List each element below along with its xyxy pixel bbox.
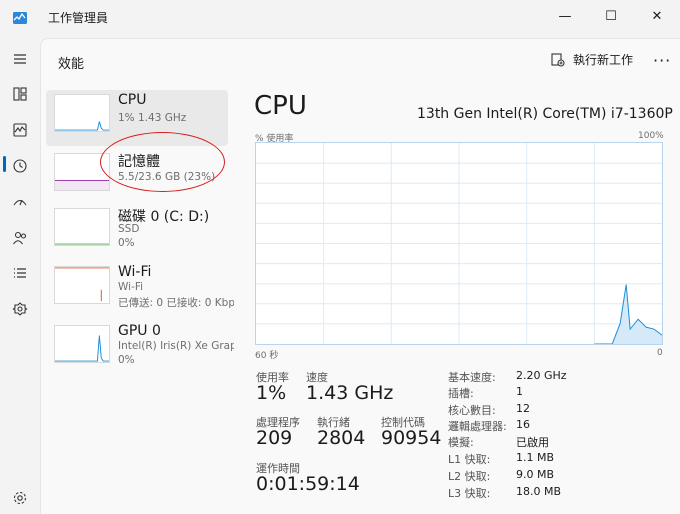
- spec-label: 模擬:: [448, 436, 474, 449]
- spec-value: 12: [516, 402, 530, 415]
- spec-value: 18.0 MB: [516, 485, 562, 498]
- spec-value: 2.20 GHz: [516, 369, 567, 382]
- cpu-thumbnail: [54, 94, 110, 132]
- window-title: 工作管理員: [48, 11, 109, 25]
- nav-processes[interactable]: [4, 78, 36, 110]
- more-options-button[interactable]: ···: [653, 51, 671, 70]
- spec-value: 1.1 MB: [516, 451, 555, 464]
- device-item-disk[interactable]: 磁碟 0 (C: D:) SSD 0%: [46, 204, 228, 260]
- spec-label: L3 快取:: [448, 487, 491, 500]
- services-icon: [12, 302, 28, 316]
- spec-value: 1: [516, 385, 523, 398]
- device-type: Wi-Fi: [118, 281, 144, 293]
- device-throughput: 已傳送: 0 已接收: 0 Kbps: [118, 297, 234, 309]
- history-icon: [13, 159, 27, 173]
- speed-value: 1.43 GHz: [306, 382, 394, 404]
- users-icon: [13, 231, 27, 245]
- nav-users[interactable]: [4, 222, 36, 254]
- nav-app-history[interactable]: [4, 150, 36, 182]
- spec-label: 邏輯處理器:: [448, 420, 507, 433]
- nav-settings[interactable]: [4, 482, 36, 514]
- device-detail: 1% 1.43 GHz: [118, 112, 187, 124]
- close-button[interactable]: ✕: [634, 0, 680, 32]
- performance-icon: [13, 123, 27, 137]
- run-task-icon: [551, 52, 565, 67]
- spec-label: 基本速度:: [448, 371, 496, 384]
- nav-details[interactable]: [4, 257, 36, 289]
- hamburger-icon: [14, 54, 26, 64]
- device-name: CPU: [118, 92, 147, 108]
- performance-page: 效能 執行新工作 ··· CPU 1% 1.43 GHz 記憶體 5.5/23.…: [40, 38, 680, 514]
- device-name: GPU 0: [118, 323, 161, 339]
- device-item-wifi[interactable]: Wi-Fi Wi-Fi 已傳送: 0 已接收: 0 Kbps: [46, 262, 234, 318]
- graph-y-max: 100%: [638, 131, 664, 141]
- spec-label: L2 快取:: [448, 470, 491, 483]
- settings-icon: [13, 491, 27, 505]
- spec-value: 16: [516, 418, 530, 431]
- spec-label: L1 快取:: [448, 453, 491, 466]
- cpu-model: 13th Gen Intel(R) Core(TM) i7-1360P: [417, 106, 673, 122]
- nav-startup-apps[interactable]: [4, 186, 36, 218]
- device-type: SSD: [118, 223, 140, 235]
- graph-time-span: 60 秒: [255, 351, 279, 361]
- cpu-usage-graph: [255, 142, 663, 345]
- device-item-gpu[interactable]: GPU 0 Intel(R) Iris(R) Xe Graphics 0%: [46, 321, 234, 377]
- gpu-thumbnail: [54, 325, 110, 363]
- details-icon: [14, 268, 26, 278]
- minimize-icon: —: [558, 8, 572, 24]
- wifi-thumbnail: [54, 266, 110, 304]
- device-usage: 0%: [118, 354, 135, 366]
- more-icon: ···: [653, 51, 672, 70]
- highlight-annotation: [100, 132, 225, 192]
- device-type: Intel(R) Iris(R) Xe Graphics: [118, 340, 234, 352]
- device-name: Wi-Fi: [118, 264, 152, 280]
- usage-value: 1%: [256, 382, 287, 404]
- handles-value: 90954: [381, 427, 442, 449]
- run-new-task-button[interactable]: 執行新工作: [551, 51, 633, 68]
- graph-y-min: 0: [657, 348, 663, 358]
- hamburger-button[interactable]: [4, 43, 36, 75]
- processes-value: 209: [256, 427, 293, 449]
- spec-label: 插槽:: [448, 387, 474, 400]
- navigation-rail: [0, 36, 40, 514]
- spec-value: 9.0 MB: [516, 468, 555, 481]
- startup-icon: [13, 199, 27, 206]
- close-icon: ✕: [651, 8, 663, 24]
- processes-icon: [13, 87, 27, 101]
- detail-title: CPU: [254, 91, 307, 121]
- maximize-icon: ☐: [605, 8, 617, 24]
- title-bar: 工作管理員 — ☐ ✕: [0, 0, 680, 36]
- run-new-task-label: 執行新工作: [573, 53, 634, 67]
- nav-performance[interactable]: [4, 114, 36, 146]
- task-manager-app-icon: [13, 12, 27, 24]
- page-title: 效能: [58, 57, 85, 72]
- maximize-button[interactable]: ☐: [588, 0, 634, 32]
- device-usage: 0%: [118, 237, 135, 249]
- disk-thumbnail: [54, 208, 110, 246]
- spec-value: 已啟用: [516, 436, 549, 449]
- spec-label: 核心數目:: [448, 404, 496, 417]
- threads-value: 2804: [317, 427, 366, 449]
- uptime-value: 0:01:59:14: [256, 473, 360, 495]
- nav-services[interactable]: [4, 293, 36, 325]
- minimize-button[interactable]: —: [542, 0, 588, 32]
